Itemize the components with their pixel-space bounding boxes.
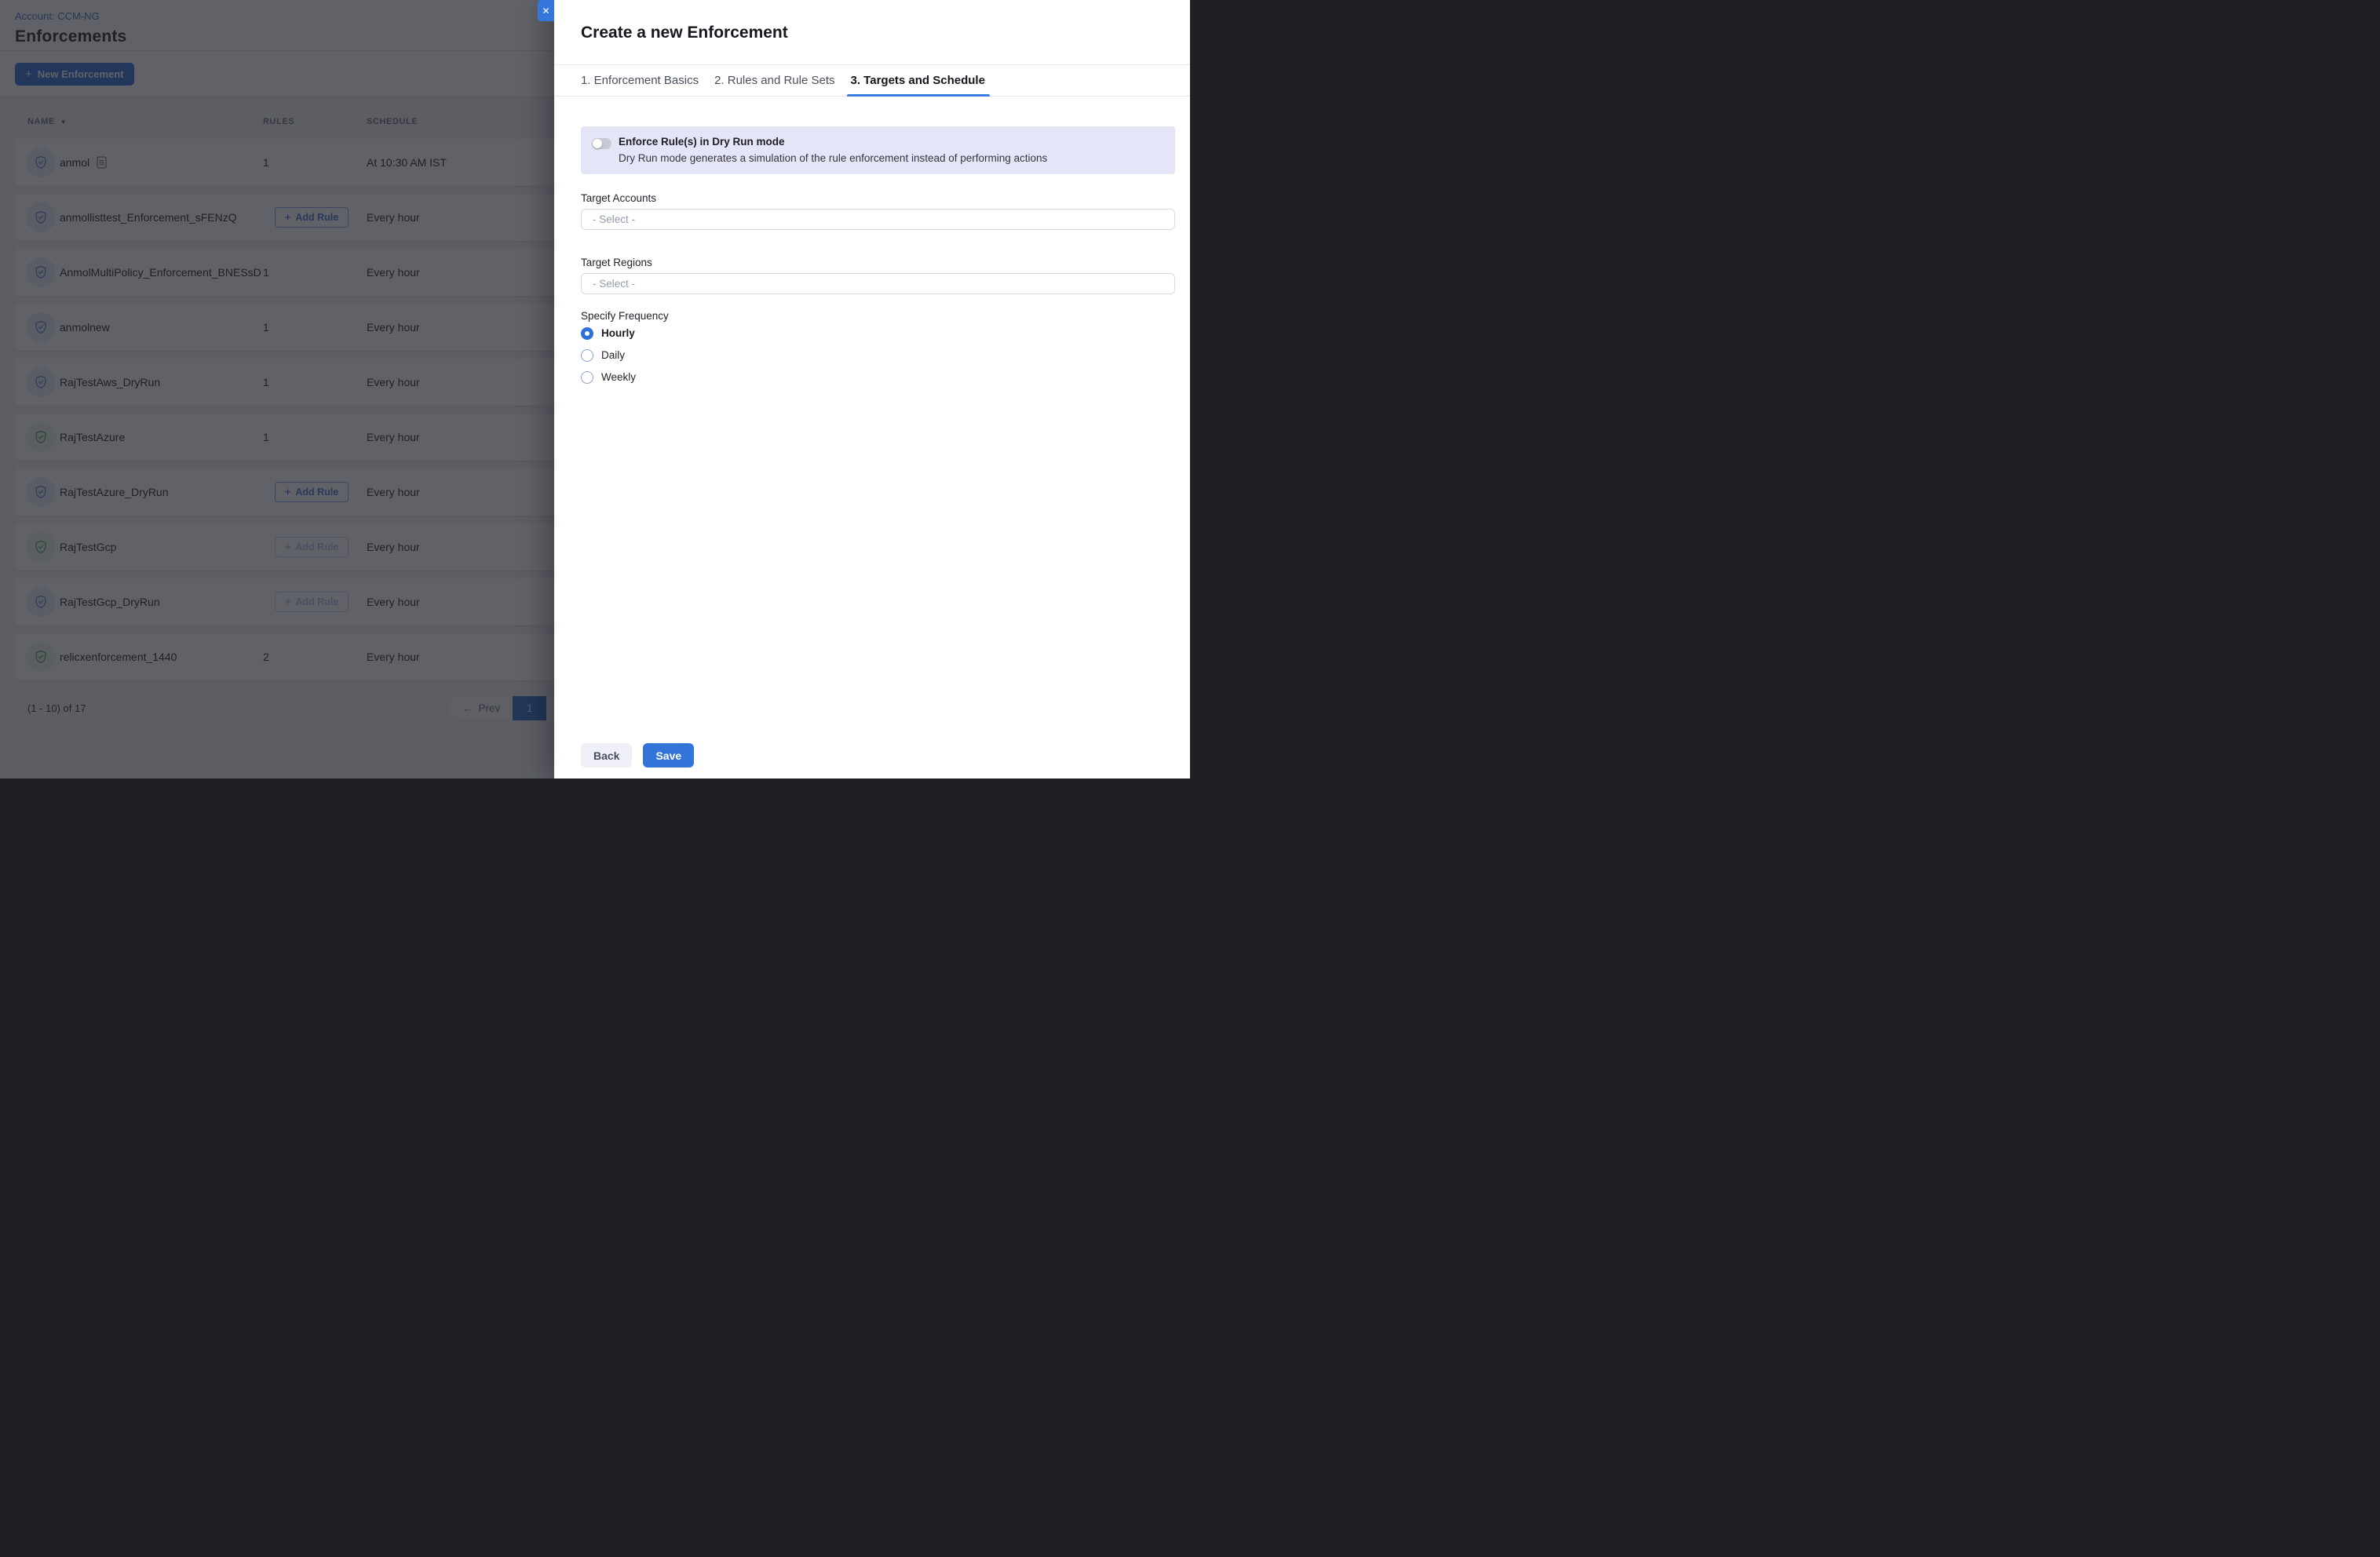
target-accounts-label: Target Accounts xyxy=(581,192,1175,204)
dry-run-banner: Enforce Rule(s) in Dry Run mode Dry Run … xyxy=(581,126,1175,174)
toggle-knob xyxy=(593,139,602,148)
radio-icon[interactable] xyxy=(581,371,593,384)
frequency-option-hourly[interactable]: Hourly xyxy=(581,323,1175,344)
target-regions-field: Target Regions - Select - xyxy=(581,257,1175,294)
dry-run-toggle[interactable] xyxy=(592,138,611,149)
frequency-option-daily[interactable]: Daily xyxy=(581,345,1175,366)
radio-label: Weekly xyxy=(601,371,636,383)
target-regions-select[interactable]: - Select - xyxy=(581,273,1175,294)
tab-3[interactable]: 3. Targets and Schedule xyxy=(851,65,985,96)
tab-1[interactable]: 1. Enforcement Basics xyxy=(581,65,699,96)
drawer-tabs: 1. Enforcement Basics 2. Rules and Rule S… xyxy=(554,65,1190,97)
drawer-header: Create a new Enforcement xyxy=(554,0,1190,65)
drawer-footer: Back Save xyxy=(581,743,694,768)
dry-run-text: Enforce Rule(s) in Dry Run mode Dry Run … xyxy=(619,134,1047,174)
dry-run-description: Dry Run mode generates a simulation of t… xyxy=(619,152,1047,164)
drawer-title: Create a new Enforcement xyxy=(581,24,1190,42)
tab-2[interactable]: 2. Rules and Rule Sets xyxy=(714,65,834,96)
target-accounts-select[interactable]: - Select - xyxy=(581,209,1175,230)
frequency-option-weekly[interactable]: Weekly xyxy=(581,366,1175,388)
radio-icon[interactable] xyxy=(581,349,593,362)
radio-label: Daily xyxy=(601,349,625,361)
save-button[interactable]: Save xyxy=(643,743,694,768)
radio-label: Hourly xyxy=(601,327,635,339)
target-regions-label: Target Regions xyxy=(581,257,1175,268)
back-button[interactable]: Back xyxy=(581,743,632,768)
specify-frequency-label: Specify Frequency xyxy=(581,310,1175,322)
dry-run-title: Enforce Rule(s) in Dry Run mode xyxy=(619,134,1047,149)
drawer-body: Enforce Rule(s) in Dry Run mode Dry Run … xyxy=(554,97,1190,388)
create-enforcement-drawer: ✕ Create a new Enforcement 1. Enforcemen… xyxy=(554,0,1190,778)
radio-icon[interactable] xyxy=(581,327,593,340)
frequency-options: Hourly Daily Weekly xyxy=(581,323,1175,388)
screen: Account: CCM-NG Enforcements + New Enfor… xyxy=(0,0,1190,778)
target-accounts-field: Target Accounts - Select - xyxy=(581,192,1175,230)
close-icon[interactable]: ✕ xyxy=(538,0,554,21)
